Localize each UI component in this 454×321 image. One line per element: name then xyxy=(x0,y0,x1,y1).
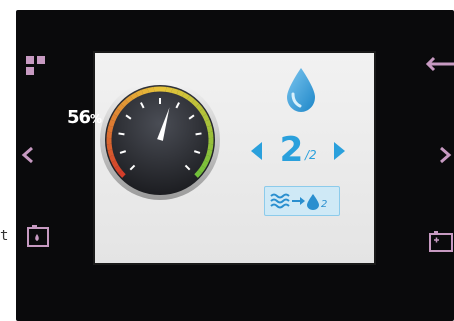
gauge-arc-segment xyxy=(141,87,149,95)
gauge-arc-segment xyxy=(206,149,213,157)
gauge-arc-segment xyxy=(106,143,113,151)
gauge-arc-segment xyxy=(202,113,210,122)
water-waves-to-oxygen-icon xyxy=(270,193,319,210)
battery-plus-icon xyxy=(429,231,453,252)
gauge-tick xyxy=(195,132,202,136)
gauge-arc-segment xyxy=(117,170,126,178)
menu-grid-icon xyxy=(26,56,45,75)
gauge-arc-segment xyxy=(195,103,204,112)
back-button[interactable] xyxy=(424,55,454,75)
gauge-arc-segment xyxy=(125,95,134,104)
gauge-arc-segment xyxy=(176,89,185,97)
level-current: 2 xyxy=(279,130,304,170)
gauge-arc-segment xyxy=(207,131,214,139)
chevron-right-icon xyxy=(334,142,345,160)
gauge-arc-segment xyxy=(204,154,211,163)
gauge-arc-segment xyxy=(111,160,119,168)
mode-badge[interactable]: 2 xyxy=(264,186,340,216)
chevron-left-icon xyxy=(21,146,33,164)
gauge-arc-segment xyxy=(120,99,129,108)
gauge-arc-segment xyxy=(107,149,114,157)
back-arrow-icon xyxy=(425,56,454,72)
gauge-arc-segment xyxy=(165,86,173,93)
battery-button[interactable] xyxy=(428,229,454,255)
gauge-arc-segment xyxy=(106,131,113,139)
next-button[interactable] xyxy=(438,145,454,165)
gauge-arc-segment xyxy=(199,108,207,117)
gauge-unit: % xyxy=(90,112,102,126)
gauge-arc-segment xyxy=(194,170,203,178)
gauge-arc-segment xyxy=(207,143,214,151)
gauge-arc-segment xyxy=(147,86,155,93)
gauge-arc-segment xyxy=(113,108,121,117)
chevron-left-icon xyxy=(251,142,262,160)
gauge-arc-segment xyxy=(109,154,116,163)
gauge-readout: 56% xyxy=(54,107,114,128)
water-tank-button[interactable] xyxy=(26,224,50,250)
gauge-arc-segment xyxy=(135,89,144,97)
mode-sub-label: 2 xyxy=(321,199,328,210)
gauge-tick xyxy=(118,132,125,136)
level-total: /2 xyxy=(305,148,317,162)
gauge-arc-segment xyxy=(116,103,125,112)
gauge-arc-segment xyxy=(186,95,195,104)
gauge-arc-segment xyxy=(206,125,213,133)
water-drop-icon xyxy=(287,68,315,112)
gauge-arc-segment xyxy=(201,160,209,168)
gauge-arc-segment xyxy=(130,92,139,100)
level-increase-button[interactable] xyxy=(332,140,348,162)
gauge-value: 56 xyxy=(66,107,91,128)
level-decrease-button[interactable] xyxy=(248,140,264,162)
chevron-right-icon xyxy=(440,146,452,164)
side-label: t xyxy=(0,228,9,244)
gauge-arc-segment xyxy=(204,119,212,127)
menu-grid-button[interactable] xyxy=(24,54,48,78)
gauge-arc-segment xyxy=(114,165,122,174)
gauge xyxy=(100,80,220,200)
gauge-arc-segment xyxy=(181,92,190,100)
gauge-arc-segment xyxy=(198,165,206,174)
previous-button[interactable] xyxy=(20,145,38,165)
gauge-arc-segment xyxy=(191,99,200,108)
gauge-arc-segment xyxy=(171,87,179,95)
battery-water-icon xyxy=(27,225,49,247)
